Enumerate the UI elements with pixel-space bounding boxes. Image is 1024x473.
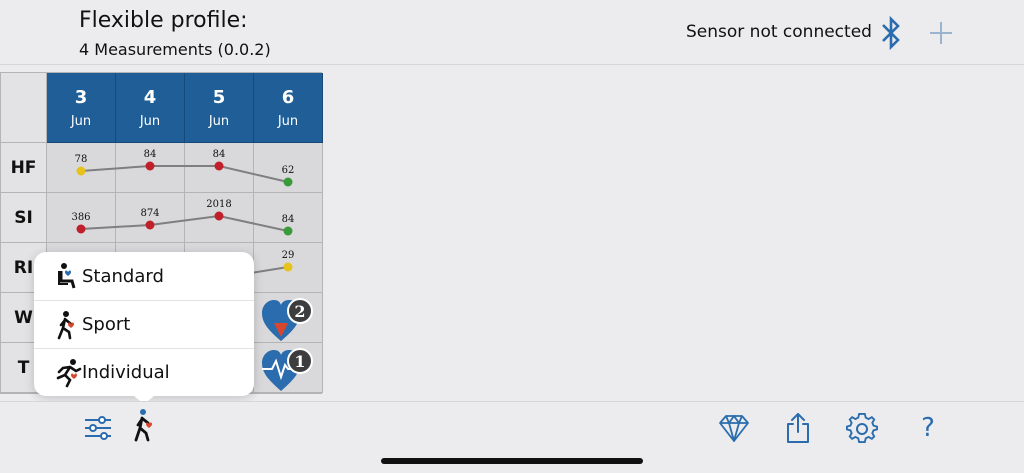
heart-pulse-icon[interactable]: 1 <box>260 347 316 393</box>
walking-person-icon[interactable] <box>128 408 160 444</box>
hf-value-label: 84 <box>144 149 157 160</box>
si-value-label: 386 <box>71 212 90 223</box>
ri-trend-line <box>250 266 289 274</box>
si-value-label: 84 <box>282 214 295 225</box>
sensor-status: Sensor not connected <box>686 22 872 42</box>
home-indicator[interactable] <box>381 458 643 464</box>
hf-value-label: 62 <box>282 165 295 176</box>
profile-popup-menu: Standard Sport Individual <box>34 252 254 396</box>
hf-point <box>76 166 86 176</box>
running-person-icon <box>56 358 82 387</box>
menu-item-label: Individual <box>82 362 170 383</box>
menu-item-label: Sport <box>82 314 131 335</box>
si-point <box>145 220 155 230</box>
add-icon[interactable] <box>928 20 954 46</box>
page-title: Flexible profile: <box>79 8 248 33</box>
bluetooth-icon[interactable] <box>878 16 904 50</box>
menu-item-label: Standard <box>82 265 164 287</box>
ri-value-label: 29 <box>282 250 295 261</box>
si-point <box>214 211 224 221</box>
page-subtitle: 4 Measurements (0.0.2) <box>79 40 271 59</box>
sliders-icon[interactable] <box>82 412 114 444</box>
heart-badge-icon[interactable]: 2 <box>260 297 316 343</box>
hf-value-label: 84 <box>213 149 226 160</box>
si-point <box>76 224 86 234</box>
hf-point <box>145 161 155 171</box>
hf-trend-line <box>80 165 289 183</box>
menu-item-individual[interactable]: Individual <box>34 348 254 396</box>
gear-icon[interactable] <box>846 412 878 444</box>
diamond-icon[interactable] <box>718 412 750 444</box>
t-badge-count: 1 <box>294 352 305 371</box>
hf-point <box>214 161 224 171</box>
share-icon[interactable] <box>782 412 814 444</box>
si-value-label: 2018 <box>206 199 231 210</box>
walking-person-icon <box>57 310 74 339</box>
seated-person-icon <box>58 263 76 289</box>
menu-item-standard[interactable]: Standard <box>34 252 254 300</box>
ri-point <box>283 262 293 272</box>
si-trend-line <box>80 214 289 232</box>
si-point <box>283 226 293 236</box>
hf-value-label: 78 <box>75 154 88 165</box>
menu-item-sport[interactable]: Sport <box>34 300 254 348</box>
si-value-label: 874 <box>140 208 159 219</box>
w-badge-count: 2 <box>294 302 305 321</box>
help-icon[interactable]: ? <box>912 412 944 444</box>
hf-point <box>283 177 293 187</box>
header-bar: Flexible profile: 4 Measurements (0.0.2)… <box>0 0 1024 65</box>
